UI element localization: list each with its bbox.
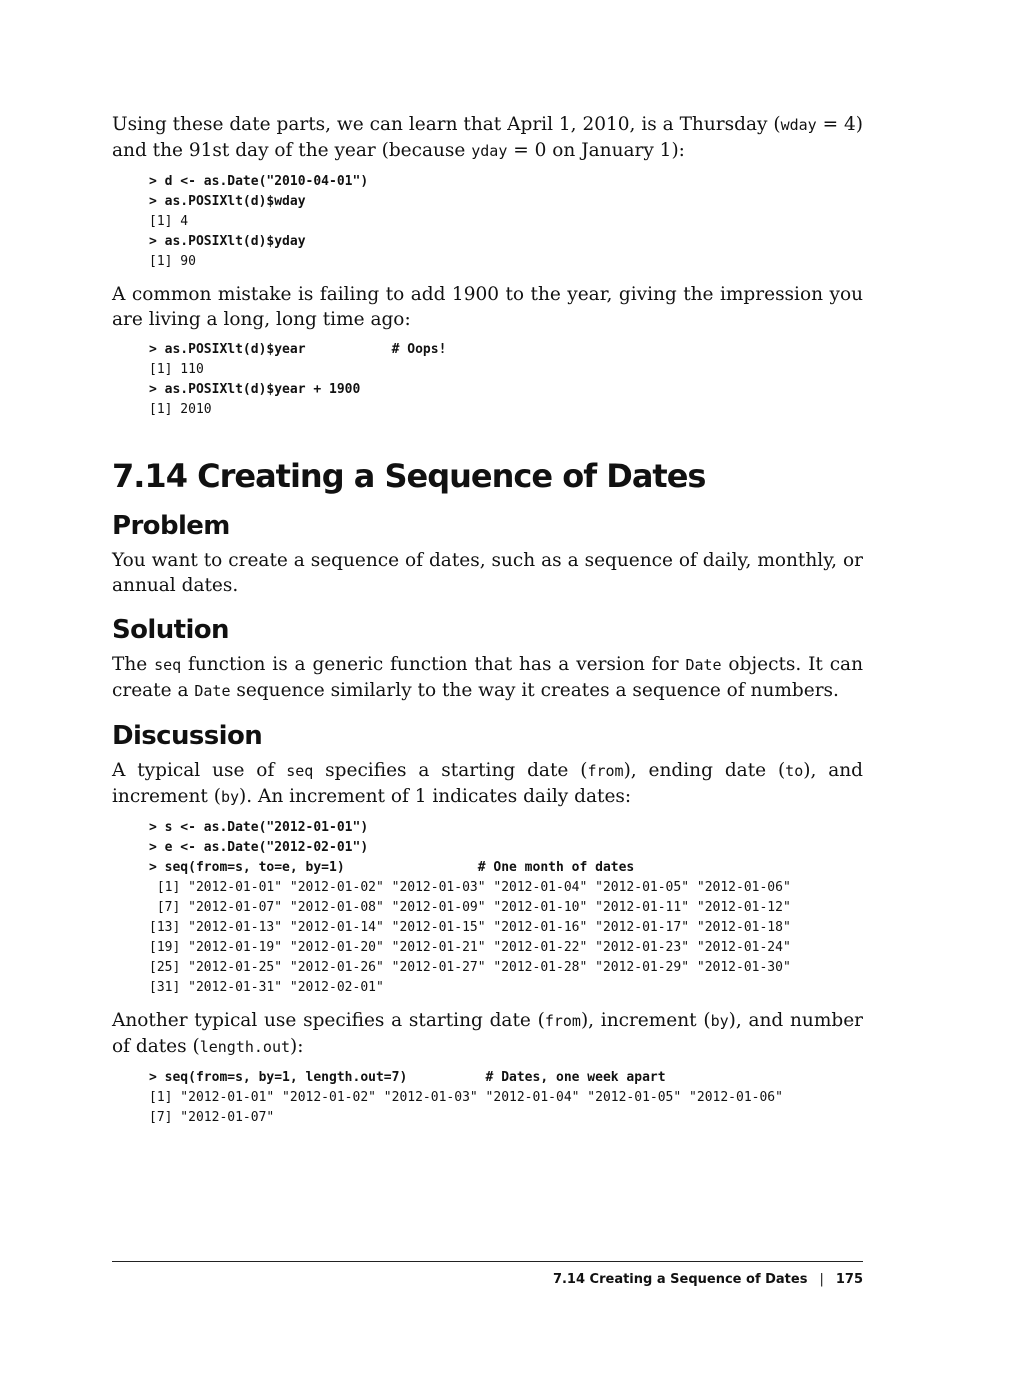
text-run: The: [112, 654, 155, 675]
code-output: [1] 4: [149, 214, 189, 229]
code-output: [13] "2012-01-13" "2012-01-14" "2012-01-…: [149, 920, 791, 935]
code-line: > as.POSIXlt(d)$year + 1900: [149, 382, 361, 397]
inline-code: from: [587, 762, 624, 780]
inline-code: length.out: [199, 1038, 291, 1056]
inline-code: to: [785, 762, 804, 780]
code-line: > d <- as.Date("2010-04-01"): [149, 174, 369, 189]
discussion-paragraph-2: Another typical use specifies a starting…: [112, 1008, 863, 1060]
problem-heading: Problem: [112, 511, 230, 541]
code-line: > s <- as.Date("2012-01-01"): [149, 820, 369, 835]
code-block-date-parts: > d <- as.Date("2010-04-01") > as.POSIXl…: [149, 172, 863, 272]
code-output: [19] "2012-01-19" "2012-01-20" "2012-01-…: [149, 940, 791, 955]
code-block-seq-to: > s <- as.Date("2012-01-01") > e <- as.D…: [149, 818, 863, 998]
text-run: A typical use of: [112, 760, 287, 781]
inline-code: by: [220, 788, 239, 806]
running-title: 7.14 Creating a Sequence of Dates: [552, 1272, 808, 1287]
code-output: [31] "2012-01-31" "2012-02-01": [149, 980, 384, 995]
solution-heading: Solution: [112, 615, 230, 645]
page-content: Using these date parts, we can learn tha…: [112, 112, 863, 1138]
inline-code: seq: [286, 762, 314, 780]
intro-paragraph-2: A common mistake is failing to add 1900 …: [112, 284, 863, 330]
text-run: ):: [290, 1036, 304, 1057]
text-run: ). An increment of 1 indicates daily dat…: [239, 786, 632, 807]
inline-code: seq: [154, 656, 182, 674]
discussion-heading: Discussion: [112, 721, 263, 751]
code-block-seq-length: > seq(from=s, by=1, length.out=7) # Date…: [149, 1068, 863, 1128]
page-footer: 7.14 Creating a Sequence of Dates | 175: [112, 1261, 863, 1287]
code-output: [1] "2012-01-01" "2012-01-02" "2012-01-0…: [149, 1090, 783, 1105]
inline-code: wday: [780, 116, 817, 134]
text-run: = 0 on January 1):: [507, 140, 685, 161]
intro-paragraph-1: Using these date parts, we can learn tha…: [112, 112, 863, 164]
inline-code: Date: [194, 682, 231, 700]
footer-separator: |: [819, 1272, 824, 1287]
text-run: Using these date parts, we can learn tha…: [112, 114, 781, 135]
text-run: ), ending date (: [623, 760, 786, 781]
code-line: > seq(from=s, to=e, by=1) # One month of…: [149, 860, 635, 875]
text-run: specifies a starting date (: [313, 760, 588, 781]
solution-text: The seq function is a generic function t…: [112, 652, 863, 704]
code-output: [7] "2012-01-07" "2012-01-08" "2012-01-0…: [149, 900, 791, 915]
section-title: 7.14 Creating a Sequence of Dates: [112, 457, 706, 495]
code-block-year: > as.POSIXlt(d)$year # Oops! [1] 110 > a…: [149, 340, 863, 420]
code-output: [1] "2012-01-01" "2012-01-02" "2012-01-0…: [149, 880, 791, 895]
code-line: > seq(from=s, by=1, length.out=7) # Date…: [149, 1070, 666, 1085]
code-line: > as.POSIXlt(d)$year # Oops!: [149, 342, 447, 357]
text-run: sequence similarly to the way it creates…: [230, 680, 839, 701]
code-output: [1] 110: [149, 362, 204, 377]
inline-code: Date: [685, 656, 722, 674]
code-output: [1] 90: [149, 254, 196, 269]
inline-code: by: [710, 1012, 729, 1030]
code-output: [7] "2012-01-07": [149, 1110, 275, 1125]
text-run: ), increment (: [580, 1010, 711, 1031]
discussion-paragraph-1: A typical use of seq specifies a startin…: [112, 758, 863, 810]
code-output: [25] "2012-01-25" "2012-01-26" "2012-01-…: [149, 960, 791, 975]
text-run: Another typical use specifies a starting…: [112, 1010, 545, 1031]
code-output: [1] 2010: [149, 402, 212, 417]
code-line: > as.POSIXlt(d)$wday: [149, 194, 306, 209]
code-line: > as.POSIXlt(d)$yday: [149, 234, 306, 249]
inline-code: from: [544, 1012, 581, 1030]
code-line: > e <- as.Date("2012-02-01"): [149, 840, 369, 855]
page-number: 175: [835, 1272, 863, 1287]
problem-text: You want to create a sequence of dates, …: [112, 550, 863, 596]
inline-code: yday: [471, 142, 508, 160]
text-run: function is a generic function that has …: [181, 654, 686, 675]
